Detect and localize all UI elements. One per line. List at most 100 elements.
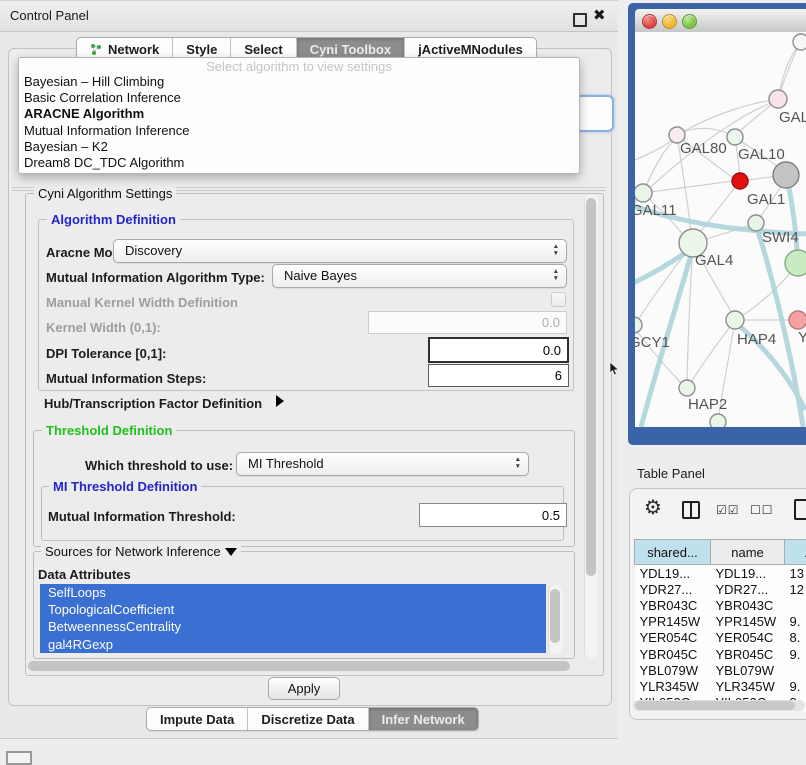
stepper-arrows-icon: ▲▼ [515, 456, 521, 470]
tab-impute-data[interactable]: Impute Data [147, 708, 248, 730]
aracne-mode-value: Discovery [125, 243, 182, 258]
float-window-icon[interactable] [573, 13, 587, 27]
node-gal11[interactable] [635, 184, 652, 202]
node-label: GAL10 [738, 146, 785, 163]
tab-discretize-data[interactable]: Discretize Data [248, 708, 368, 730]
table-row[interactable]: YBL079WYBL079W [635, 662, 806, 678]
algorithm-option[interactable]: Basic Correlation Inference [19, 90, 579, 106]
node[interactable] [793, 34, 806, 50]
expand-arrow-icon[interactable] [276, 395, 284, 407]
node-gray[interactable] [773, 162, 799, 188]
which-threshold-label: Which threshold to use: [85, 458, 233, 473]
node-label: GCY1 [635, 334, 670, 351]
network-canvas[interactable]: GAL GAL80 GAL10 GAL1 GAL11 SWI4 GAL4 GCY… [635, 32, 806, 427]
algorithm-placeholder: Select algorithm to view settings [19, 59, 579, 74]
close-traffic-light-icon[interactable] [642, 14, 657, 29]
stepper-arrows-icon: ▲▼ [553, 243, 559, 257]
control-panel-titlebar: Control Panel ✖ [0, 0, 618, 32]
attribute-item-selected[interactable]: BetweennessCentrality [40, 618, 546, 635]
settings-vscrollbar-track[interactable] [584, 195, 598, 658]
table-row[interactable]: YLR345WYLR345W9. [635, 678, 806, 694]
node-gal-pink[interactable] [769, 90, 787, 108]
columns-icon[interactable] [682, 501, 700, 519]
data-attributes-list: SelfLoops TopologicalCoefficient Between… [40, 584, 546, 653]
manual-kernel-label: Manual Kernel Width Definition [46, 295, 238, 310]
node-gal10[interactable] [727, 129, 743, 145]
threshold-definition-title: Threshold Definition [42, 423, 176, 438]
gear-icon[interactable]: ⚙ [644, 495, 662, 520]
which-threshold-value: MI Threshold [248, 456, 324, 471]
table-row[interactable]: YPR145WYPR145W9. [635, 614, 806, 630]
minimize-traffic-light-icon[interactable] [662, 14, 677, 29]
node-gcy1[interactable] [635, 317, 642, 333]
node-hap4[interactable] [726, 311, 744, 329]
dpi-tolerance-input[interactable]: 0.0 [428, 337, 569, 363]
column-header[interactable]: A [785, 540, 806, 565]
mi-algorithm-type-combobox[interactable]: Naive Bayes ▲▼ [272, 264, 567, 288]
settings-vscrollbar-thumb[interactable] [586, 198, 596, 576]
mi-algorithm-type-value: Naive Bayes [284, 268, 357, 283]
table-row[interactable]: YER054CYER054C8. [635, 630, 806, 646]
aracne-mode-combobox[interactable]: Discovery ▲▼ [113, 239, 567, 263]
node-label: HAP2 [688, 396, 727, 413]
table-panel: ⚙ ☑☑ ☐☐ shared... name A YDL19...YDL19..… [629, 488, 806, 720]
list-scrollbar-track[interactable] [548, 585, 562, 654]
algorithm-combobox-fragment[interactable] [576, 95, 614, 132]
table-row[interactable]: YDL19...YDL19...13 [635, 565, 806, 582]
collapse-arrow-icon[interactable] [225, 548, 237, 556]
mi-threshold-definition-title: MI Threshold Definition [49, 479, 201, 494]
algorithm-option[interactable]: Bayesian – K2 [19, 139, 579, 155]
algorithm-option[interactable]: Mutual Information Inference [19, 123, 579, 139]
which-threshold-combobox[interactable]: MI Threshold ▲▼ [236, 452, 529, 476]
kernel-width-input: 0.0 [368, 311, 567, 334]
checked-columns-icon[interactable]: ☑☑ [716, 503, 740, 517]
screen: { "control_panel": { "title": "Control P… [0, 0, 806, 762]
control-panel-title: Control Panel [10, 8, 89, 23]
file-icon[interactable] [794, 499, 806, 520]
node-hap2[interactable] [679, 380, 695, 396]
algorithm-option[interactable]: Bayesian – Hill Climbing [19, 74, 579, 90]
apply-button[interactable]: Apply [268, 677, 340, 700]
attribute-item-selected[interactable]: TopologicalCoefficient [40, 601, 546, 618]
node-label: GAL11 [635, 202, 677, 219]
node-label: HAP4 [737, 331, 776, 348]
list-scrollbar-thumb[interactable] [550, 589, 560, 643]
dpi-tolerance-label: DPI Tolerance [0,1]: [46, 346, 166, 361]
attribute-item-selected[interactable]: SelfLoops [40, 584, 546, 601]
mi-steps-label: Mutual Information Steps: [46, 371, 206, 386]
algorithm-option-selected[interactable]: ARACNE Algorithm [19, 106, 579, 122]
algorithm-definition-title: Algorithm Definition [47, 212, 180, 227]
tab-infer-network[interactable]: Infer Network [369, 708, 478, 730]
table-row[interactable]: YDR27...YDR27...12 [635, 581, 806, 597]
collapsed-panel-icon[interactable] [6, 751, 32, 765]
control-panel-window: Control Panel ✖ Network Style Select Cyn… [0, 0, 618, 739]
mi-threshold-input[interactable]: 0.5 [419, 503, 567, 527]
unchecked-columns-icon[interactable]: ☐☐ [750, 503, 774, 517]
table-panel-title: Table Panel [637, 466, 705, 481]
node-green-large[interactable] [785, 250, 806, 276]
node-table: shared... name A YDL19...YDL19...13 YDR2… [634, 539, 806, 711]
table-hscrollbar-track[interactable] [633, 700, 805, 711]
algorithm-option[interactable]: Dream8 DC_TDC Algorithm [19, 155, 579, 171]
node-gal1-red[interactable] [732, 173, 748, 189]
table-row[interactable]: YBR045CYBR045C9. [635, 646, 806, 662]
settings-hscrollbar-thumb[interactable] [28, 661, 570, 671]
mi-steps-input[interactable]: 6 [428, 364, 569, 387]
node-label: GAL [779, 109, 806, 126]
node[interactable] [710, 414, 726, 427]
mi-algorithm-type-label: Mutual Information Algorithm Type: [46, 270, 265, 285]
column-header-shared[interactable]: shared... [635, 540, 711, 565]
hub-definition-label[interactable]: Hub/Transcription Factor Definition [44, 396, 262, 411]
node-salmon[interactable] [789, 311, 806, 329]
network-icon [90, 43, 103, 56]
zoom-traffic-light-icon[interactable] [682, 14, 697, 29]
mouse-cursor-icon [609, 362, 620, 377]
close-icon[interactable]: ✖ [593, 6, 606, 24]
table-hscrollbar-thumb[interactable] [635, 701, 795, 710]
stepper-arrows-icon: ▲▼ [553, 268, 559, 282]
table-row[interactable]: YBR043CYBR043C [635, 597, 806, 613]
network-window-titlebar[interactable] [635, 9, 806, 33]
mi-threshold-label: Mutual Information Threshold: [48, 509, 236, 524]
attribute-item-selected[interactable]: gal4RGexp [40, 636, 546, 653]
column-header-name[interactable]: name [711, 540, 785, 565]
